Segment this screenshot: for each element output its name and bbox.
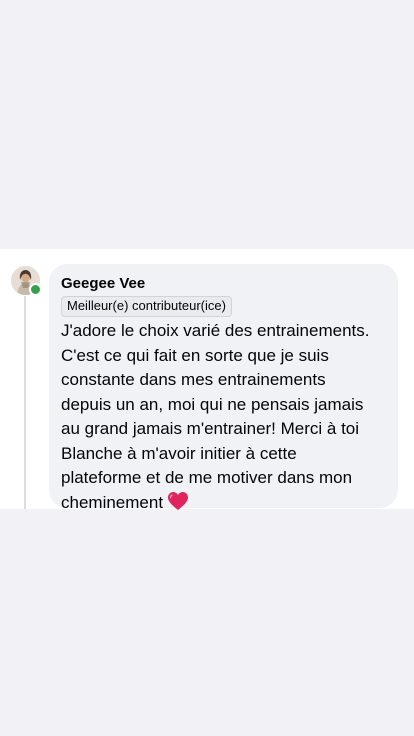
- comment-bubble[interactable]: Geegee Vee Meilleur(e) contributeur(ice)…: [49, 264, 398, 512]
- reply-thread-line: [24, 296, 26, 509]
- comment-author-name[interactable]: Geegee Vee: [61, 275, 388, 293]
- comment-body: J'adore le choix varié des entrainements…: [61, 321, 370, 512]
- comment-text: J'adore le choix varié des entrainements…: [61, 319, 388, 518]
- online-status-dot: [29, 283, 42, 296]
- background-bottom: [0, 509, 414, 736]
- top-contributor-badge[interactable]: Meilleur(e) contributeur(ice): [61, 296, 232, 317]
- avatar-container[interactable]: [11, 266, 42, 296]
- background-top: [0, 0, 414, 249]
- red-heart-icon: [167, 491, 189, 519]
